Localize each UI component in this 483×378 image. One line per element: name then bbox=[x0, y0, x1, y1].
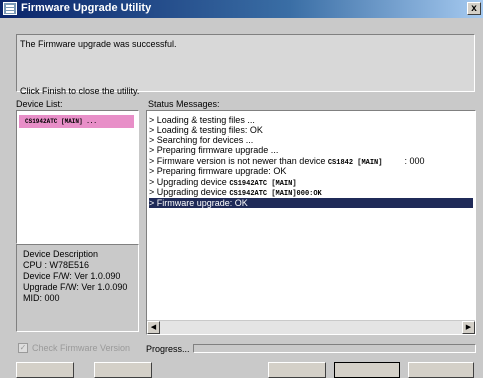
app-icon bbox=[3, 2, 17, 15]
mid-value: MID: 000 bbox=[23, 293, 60, 303]
upgrade-fw-value: Upgrade F/W: Ver 1.0.090 bbox=[23, 282, 128, 292]
device-description-panel: Device Description CPU : W78E516 Device … bbox=[16, 244, 139, 332]
finish-instruction: Click Finish to close the utility. bbox=[20, 86, 140, 96]
bottom-button-3[interactable] bbox=[268, 362, 326, 378]
status-messages-list[interactable]: > Loading & testing files ... > Loading … bbox=[146, 110, 476, 335]
progress-bar bbox=[193, 344, 476, 353]
bottom-button-1[interactable] bbox=[16, 362, 74, 378]
check-firmware-version-label: Check Firmware Version bbox=[32, 343, 131, 353]
finish-button[interactable] bbox=[334, 362, 400, 378]
status-line: > Loading & testing files: OK bbox=[149, 125, 263, 135]
device-list-label: Device List: bbox=[16, 99, 63, 109]
device-list[interactable]: CS1942ATC [MAIN] ... bbox=[16, 110, 139, 244]
close-button[interactable]: x bbox=[467, 2, 481, 15]
status-line: > Firmware version is not newer than dev… bbox=[149, 156, 425, 167]
success-message: The Firmware upgrade was successful. bbox=[20, 39, 177, 49]
status-line: > Searching for devices ... bbox=[149, 135, 254, 145]
bottom-button-2[interactable] bbox=[94, 362, 152, 378]
bottom-button-5[interactable] bbox=[408, 362, 474, 378]
message-panel: The Firmware upgrade was successful. Cli… bbox=[16, 34, 475, 96]
window-title: Firmware Upgrade Utility bbox=[21, 2, 152, 14]
status-line: > Upgrading device CS1942ATC [MAIN] bbox=[149, 177, 297, 188]
cpu-value: CPU : W78E516 bbox=[23, 260, 90, 270]
status-line: > Upgrading device CS1942ATC [MAIN]000:O… bbox=[149, 187, 322, 198]
status-messages-label: Status Messages: bbox=[148, 99, 220, 109]
device-fw-value: Device F/W: Ver 1.0.090 bbox=[23, 271, 121, 281]
horizontal-scrollbar[interactable]: ◀ ▶ bbox=[147, 320, 475, 334]
scroll-left-icon[interactable]: ◀ bbox=[147, 321, 160, 334]
title-bar: Firmware Upgrade Utility x bbox=[0, 0, 483, 18]
status-line: > Preparing firmware upgrade: OK bbox=[149, 166, 287, 176]
status-line-selected[interactable]: > Firmware upgrade: OK bbox=[149, 198, 473, 208]
status-line: > Preparing firmware upgrade ... bbox=[149, 145, 279, 155]
status-line: > Loading & testing files ... bbox=[149, 115, 255, 125]
checkbox-icon[interactable]: ✓ bbox=[18, 343, 28, 353]
device-description-title: Device Description bbox=[23, 249, 99, 259]
device-list-item[interactable]: CS1942ATC [MAIN] ... bbox=[19, 115, 134, 128]
progress-label: Progress... bbox=[146, 344, 190, 354]
scroll-right-icon[interactable]: ▶ bbox=[462, 321, 475, 334]
